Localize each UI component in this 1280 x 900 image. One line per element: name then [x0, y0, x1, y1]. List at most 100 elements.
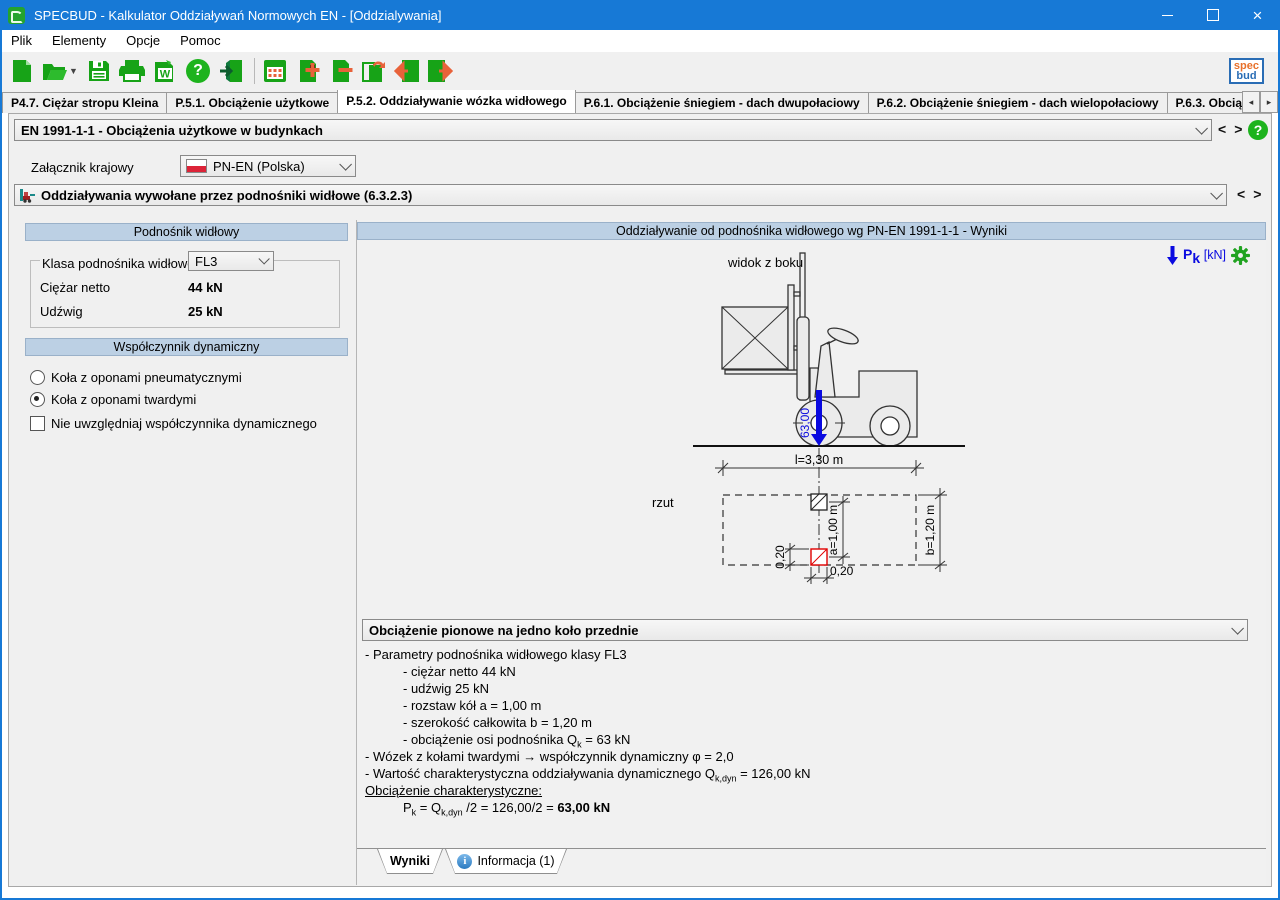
close-button[interactable]: × — [1235, 0, 1280, 30]
national-annex-combobox[interactable]: PN-EN (Polska) — [180, 155, 356, 177]
plan-view-label: rzut — [652, 495, 674, 510]
minimize-icon — [1162, 15, 1173, 16]
add-item-icon[interactable] — [295, 58, 321, 84]
result-line: Obciążenie charakterystyczne: — [365, 782, 1255, 799]
radio-pneumatic-label: Koła z oponami pneumatycznymi — [51, 370, 242, 385]
tab-p5-2-active[interactable]: P.5.2. Oddziaływanie wózka widłowego — [337, 90, 576, 113]
combobox-arrow-icon — [1195, 122, 1208, 135]
result-line: - szerokość całkowita b = 1,20 m — [365, 714, 1255, 731]
bottom-tab-informacja[interactable]: i Informacja (1) — [445, 849, 567, 874]
open-document-icon[interactable] — [42, 58, 68, 84]
forklift-section-header: Podnośnik widłowy — [25, 223, 348, 241]
length-dimension-label: l=3,30 m — [795, 453, 843, 467]
module-tabstrip: P4.7. Ciężar stropu Kleina P.5.1. Obciąż… — [2, 90, 1278, 113]
refresh-item-icon[interactable] — [361, 58, 387, 84]
toolbar: ▼ W ? spec bud — [2, 52, 1278, 91]
tab-p5-1[interactable]: P.5.1. Obciążenie użytkowe — [166, 92, 338, 113]
window-title: SPECBUD - Kalkulator Oddziaływań Normowy… — [34, 8, 441, 23]
forklift-mini-icon — [19, 187, 36, 203]
checkbox-no-dynamic-factor[interactable]: Nie uwzględniaj współczynnika dynamiczne… — [30, 416, 317, 431]
radio-pneumatic-tyres[interactable]: Koła z oponami pneumatycznymi — [30, 370, 242, 385]
checkbox-icon — [30, 416, 45, 431]
norm-selector-combobox[interactable]: EN 1991-1-1 - Obciążenia użytkowe w budy… — [14, 119, 1212, 141]
poland-flag-icon — [186, 159, 207, 173]
menu-opcje[interactable]: Opcje — [116, 30, 170, 52]
dimension-offset-vertical — [785, 543, 809, 571]
result-line: - ciężar netto 44 kN — [365, 663, 1255, 680]
dynamic-factor-section-header: Współczynnik dynamiczny — [25, 338, 348, 356]
menu-pomoc[interactable]: Pomoc — [170, 30, 230, 52]
combobox-arrow-icon — [1210, 187, 1223, 200]
forklift-diagram: widok z boku — [357, 240, 1265, 620]
info-icon: i — [457, 854, 472, 869]
checkbox-no-dynamic-label: Nie uwzględniaj współczynnika dynamiczne… — [51, 416, 317, 431]
print-icon[interactable] — [119, 58, 145, 84]
capacity-label: Udźwig — [40, 304, 83, 319]
front-wheel-patch — [811, 494, 827, 510]
main-frame: EN 1991-1-1 - Obciążenia użytkowe w budy… — [8, 113, 1272, 887]
result-text-block: - Parametry podnośnika widłowego klasy F… — [365, 646, 1255, 816]
app-icon — [8, 7, 25, 24]
result-line: - udźwig 25 kN — [365, 680, 1255, 697]
specbud-logo: spec bud — [1229, 58, 1264, 84]
svg-text:W: W — [160, 69, 171, 81]
help-icon[interactable]: ? — [185, 58, 211, 84]
exit-icon[interactable] — [218, 58, 244, 84]
result-selector-value: Obciążenie pionowe na jedno koło przedni… — [363, 623, 638, 638]
tab-p4-7[interactable]: P4.7. Ciężar stropu Kleina — [2, 92, 167, 113]
combobox-arrow-icon — [258, 253, 269, 264]
dimension-offset-vertical-label: 0,20 — [773, 545, 787, 569]
menubar: Plik Elementy Opcje Pomoc — [2, 30, 1278, 52]
save-icon[interactable] — [86, 58, 112, 84]
national-annex-value: PN-EN (Polska) — [207, 159, 305, 174]
norm-selector-value: EN 1991-1-1 - Obciążenia użytkowe w budy… — [15, 123, 323, 138]
action-prev-button[interactable]: < — [1237, 186, 1245, 202]
forklift-class-label: Klasa podnośnika widłowego — [40, 256, 211, 271]
wheel-load-value: 63,00 — [798, 408, 812, 438]
minimize-button[interactable] — [1145, 0, 1190, 30]
national-annex-label: Załącznik krajowy — [31, 160, 134, 175]
menu-elementy[interactable]: Elementy — [42, 30, 116, 52]
dimension-b-label: b=1,20 m — [923, 505, 937, 555]
norm-next-button[interactable]: > — [1234, 121, 1242, 137]
tab-scroll-right-button[interactable]: ▸ — [1260, 91, 1278, 113]
toolbar-separator — [254, 58, 255, 84]
norm-help-icon[interactable]: ? — [1248, 120, 1268, 140]
titlebar: SPECBUD - Kalkulator Oddziaływań Normowy… — [0, 0, 1280, 30]
result-selector-combobox[interactable]: Obciążenie pionowe na jedno koło przedni… — [362, 619, 1248, 641]
maximize-button[interactable] — [1190, 0, 1235, 30]
results-panel: Oddziaływanie od podnośnika widłowego wg… — [357, 220, 1266, 886]
combobox-arrow-icon — [1231, 622, 1244, 635]
next-item-icon[interactable] — [427, 58, 453, 84]
insert-table-icon[interactable] — [262, 58, 288, 84]
previous-item-icon[interactable] — [394, 58, 420, 84]
close-icon: × — [1253, 7, 1263, 24]
bottom-tab-wyniki[interactable]: Wyniki — [377, 849, 443, 874]
new-document-icon[interactable] — [9, 58, 35, 84]
result-line: - Wózek z kołami twardymi → współczynnik… — [365, 748, 1255, 765]
radio-hard-tyres[interactable]: Koła z oponami twardymi — [30, 392, 196, 407]
export-word-icon[interactable]: W — [152, 58, 178, 84]
net-weight-label: Ciężar netto — [40, 280, 110, 295]
result-line: - Wartość charakterystyczna oddziaływani… — [365, 765, 1255, 782]
maximize-icon — [1207, 9, 1219, 21]
result-line: - rozstaw kół a = 1,00 m — [365, 697, 1255, 714]
tab-scroll-left-button[interactable]: ◂ — [1242, 91, 1260, 113]
remove-item-icon[interactable] — [328, 58, 354, 84]
forklift-class-combobox[interactable]: FL3 — [188, 251, 274, 271]
net-weight-value: 44 kN — [188, 280, 223, 295]
action-selector-combobox[interactable]: Oddziaływania wywołane przez podnośniki … — [14, 184, 1227, 206]
tab-p6-2[interactable]: P.6.2. Obciążenie śniegiem - dach wielop… — [868, 92, 1168, 113]
menu-plik[interactable]: Plik — [2, 30, 42, 52]
capacity-value: 25 kN — [188, 304, 223, 319]
combobox-arrow-icon — [339, 158, 352, 171]
norm-prev-button[interactable]: < — [1218, 121, 1226, 137]
tab-p6-1[interactable]: P.6.1. Obciążenie śniegiem - dach dwupoł… — [575, 92, 869, 113]
analyzed-wheel-patch — [811, 549, 827, 565]
action-next-button[interactable]: > — [1253, 186, 1261, 202]
radio-hard-label: Koła z oponami twardymi — [51, 392, 196, 407]
radio-selected-icon — [30, 392, 45, 407]
result-line: - obciążenie osi podnośnika Qk = 63 kN — [365, 731, 1255, 748]
open-dropdown-arrow[interactable]: ▼ — [69, 58, 79, 84]
dimension-a-label: a=1,00 m — [826, 505, 840, 555]
